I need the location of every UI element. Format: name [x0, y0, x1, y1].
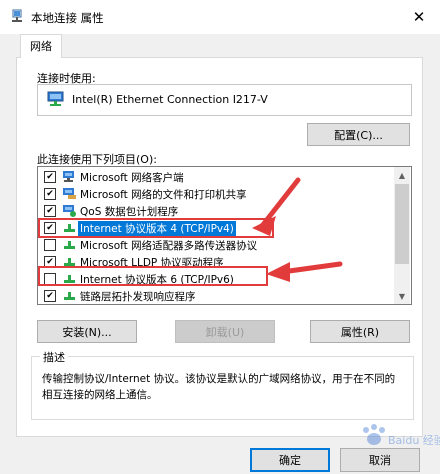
- arrow-icon: [259, 177, 301, 229]
- arrow-icon: [279, 261, 343, 275]
- watermark-logo: Baidu 经验: [352, 420, 440, 460]
- ok-button[interactable]: 确定: [250, 448, 330, 472]
- uninstall-button[interactable]: 卸载(U): [175, 320, 275, 343]
- tab-network[interactable]: 网络: [20, 34, 62, 58]
- properties-button[interactable]: 属性(R): [310, 320, 410, 343]
- watermark-text: Baidu 经验: [388, 434, 440, 447]
- arrow-icon: [266, 262, 290, 282]
- description-legend: 描述: [40, 349, 68, 365]
- description-text: 传输控制协议/Internet 协议。该协议是默认的广域网络协议，用于在不同的相…: [42, 373, 396, 401]
- install-button[interactable]: 安装(N)...: [37, 320, 137, 343]
- arrow-icon: [252, 216, 276, 236]
